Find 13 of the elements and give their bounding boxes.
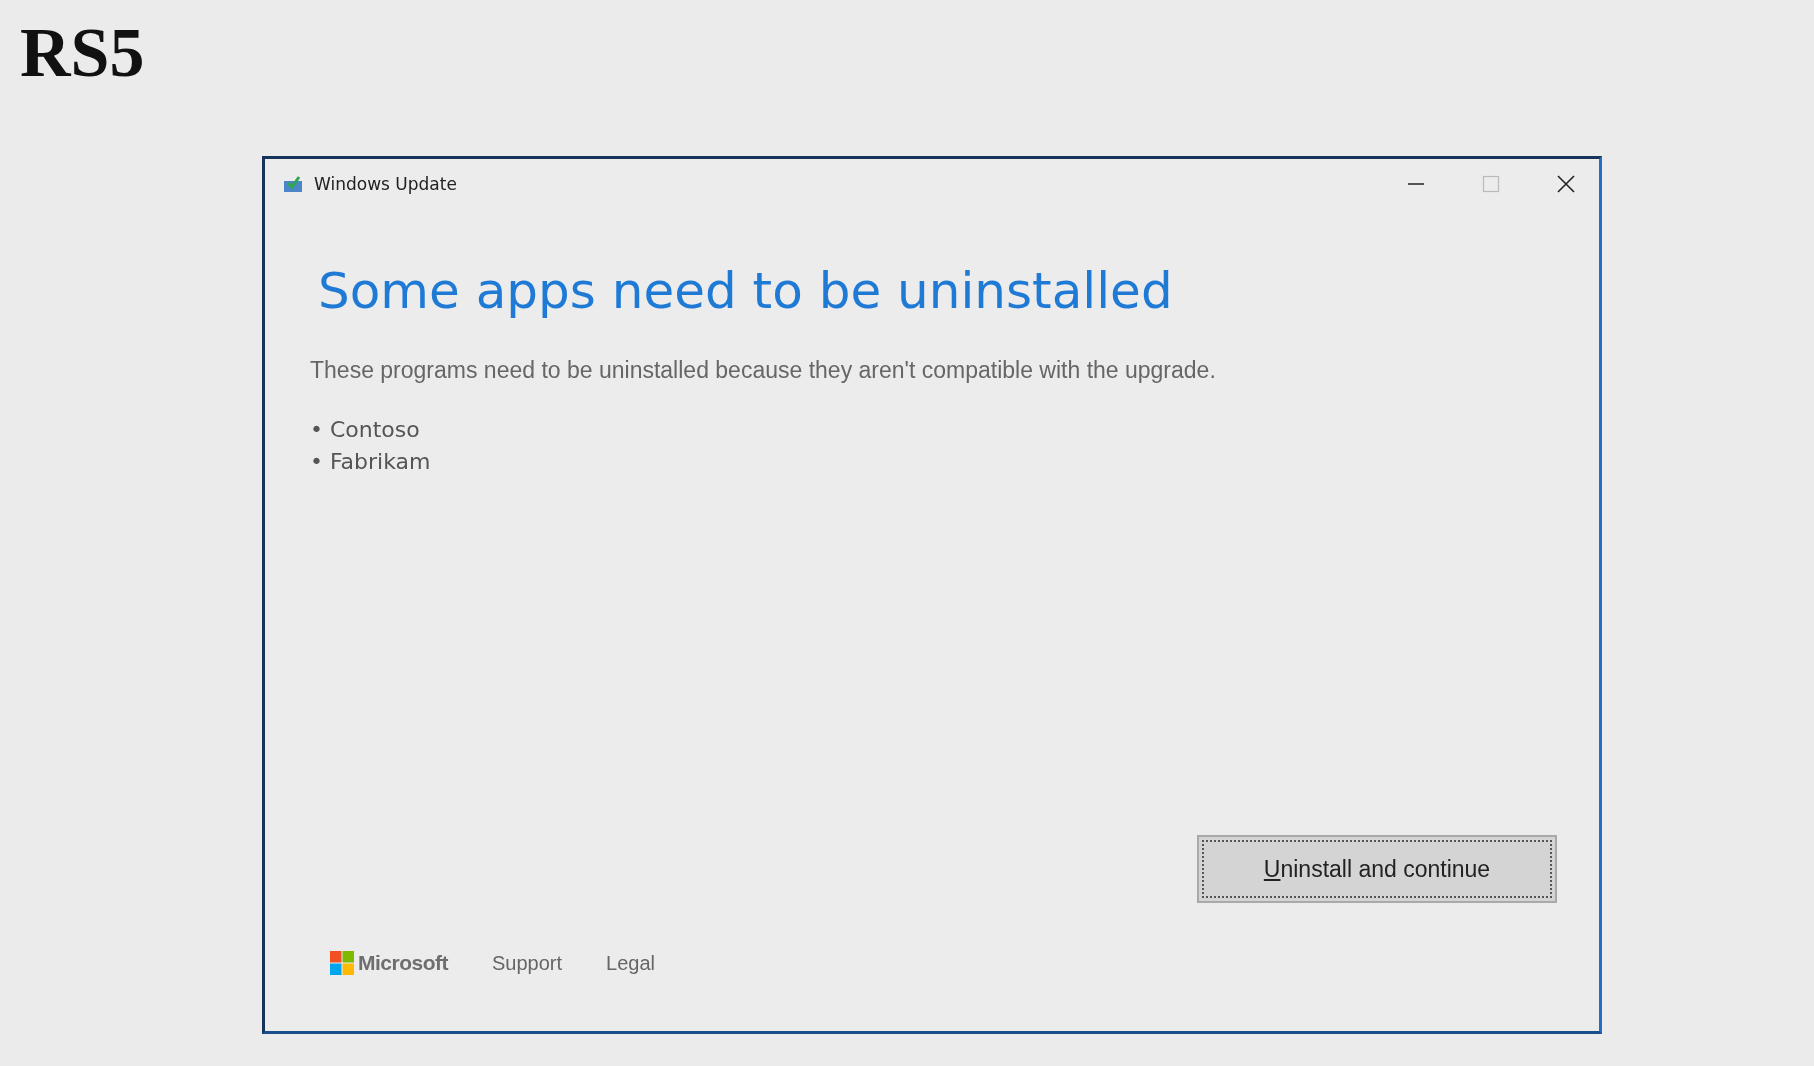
app-list-item: • Fabrikam xyxy=(310,448,432,476)
close-icon[interactable] xyxy=(1557,175,1575,193)
page-title: RS5 xyxy=(20,18,146,88)
uninstall-button[interactable]: Uninstall and continue xyxy=(1197,835,1557,903)
window-title: Windows Update xyxy=(314,174,457,194)
dialog-heading: Some apps need to be uninstalled xyxy=(318,261,1174,321)
footer-link[interactable]: Support xyxy=(492,951,563,975)
update-icon xyxy=(283,175,303,193)
description-text: These programs need to be uninstalled because they aren't compatible with the upgrade. xyxy=(310,357,1217,384)
logo-icon xyxy=(330,951,354,975)
app-list-item: • Contoso xyxy=(310,416,421,444)
footer-link[interactable]: Legal xyxy=(606,951,655,975)
brand-name: Microsoft xyxy=(358,951,448,975)
